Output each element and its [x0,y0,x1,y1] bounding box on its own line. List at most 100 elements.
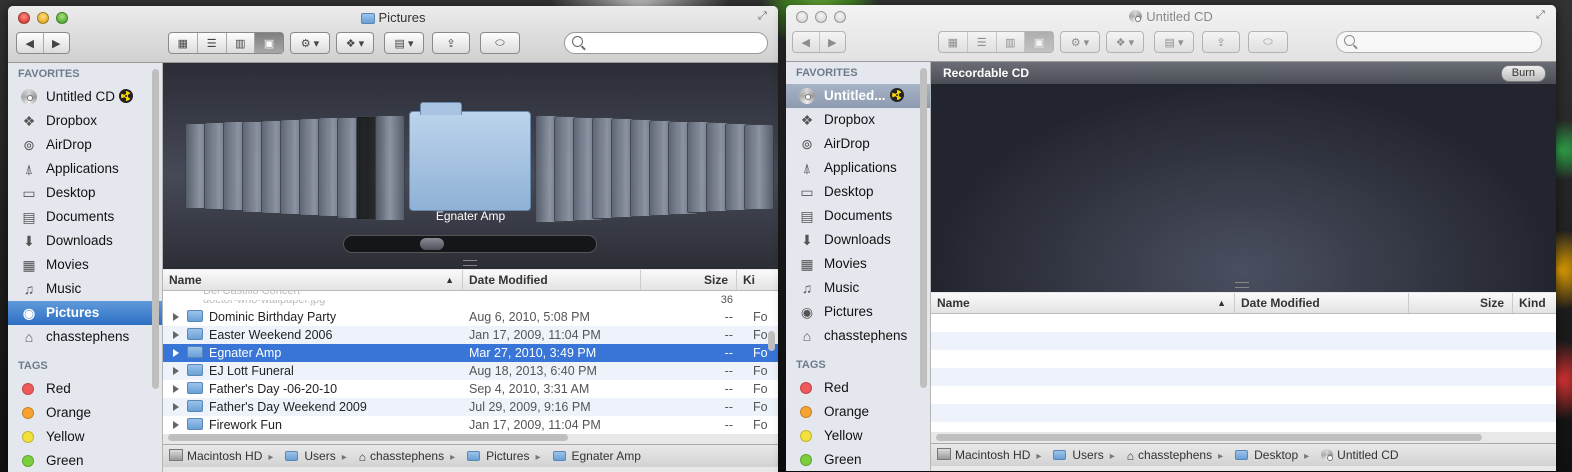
dropbox-menu-button[interactable]: ❖ ▾ [336,32,374,54]
title-bar[interactable]: Pictures ⤢ ◀ ▶ ▦ ☰ ▥ ▣ ⚙ ▾ ❖ ▾ ▤ ▾ ⇪ ⬭ [8,6,778,63]
dropbox-menu-button[interactable]: ❖ ▾ [1106,31,1144,53]
sidebar-item-dropbox[interactable]: ❖ Dropbox [8,109,162,133]
share-button[interactable]: ⇪ [432,32,470,54]
path-item[interactable]: ⌂ chasstephens [359,445,444,467]
kind-column-header[interactable]: Kind [1513,293,1556,313]
date-column-header[interactable]: Date Modified [463,270,641,290]
arrange-menu-button[interactable]: ▤ ▾ [1154,31,1194,53]
sidebar-scrollbar[interactable] [920,68,927,388]
sidebar-item-untitled[interactable]: Untitled... [786,84,930,108]
list-horizontal-scrollbar[interactable] [936,434,1482,441]
path-item[interactable]: Users [1053,444,1104,466]
action-menu-button[interactable]: ⚙ ▾ [1060,31,1100,53]
size-column-header[interactable]: Size [1409,293,1513,313]
search-field[interactable] [564,32,768,54]
path-item[interactable]: Macintosh HD [937,444,1030,466]
disclosure-triangle-icon[interactable] [173,331,179,339]
name-column-header[interactable]: Name ▲ [931,293,1235,313]
search-field[interactable] [1336,31,1542,53]
back-button[interactable]: ◀ [17,33,43,53]
sidebar-item-pictures[interactable]: ◉ Pictures [8,301,162,325]
disclosure-triangle-icon[interactable] [173,313,179,321]
path-item[interactable]: ⌂ chasstephens [1127,444,1212,466]
path-item[interactable]: Macintosh HD [169,445,262,467]
path-item[interactable]: Untitled CD [1321,444,1399,466]
name-column-header[interactable]: Name ▲ [163,270,463,290]
fullscreen-icon[interactable]: ⤢ [758,10,770,22]
tags-button[interactable]: ⬭ [1248,31,1288,53]
icon-view-button[interactable]: ▦ [169,33,197,53]
coverflow-slider[interactable] [343,235,597,253]
sidebar-item-chasstephens[interactable]: ⌂ chasstephens [786,324,930,348]
sidebar-item-documents[interactable]: ▤ Documents [786,204,930,228]
icon-view-button[interactable]: ▦ [939,32,967,52]
kind-column-header[interactable]: Ki [737,270,778,290]
sidebar-item-music[interactable]: ♫ Music [786,276,930,300]
title-bar[interactable]: Untitled CD ⤢ ◀ ▶ ▦ ☰ ▥ ▣ ⚙ ▾ ❖ ▾ ▤ ▾ ⇪ … [786,5,1556,62]
sidebar-scrollbar[interactable] [152,69,159,389]
fullscreen-icon[interactable]: ⤢ [1536,9,1548,21]
disclosure-triangle-icon[interactable] [173,421,179,429]
sidebar-tag-green[interactable]: Green [8,449,162,472]
folder-thumbnail[interactable] [744,123,774,210]
sidebar-tag-green[interactable]: Green [786,448,930,471]
table-row[interactable]: EJ Lott Funeral Aug 18, 2013, 6:40 PM -- Fo [163,362,778,380]
sidebar-item-pictures[interactable]: ◉ Pictures [786,300,930,324]
sidebar-item-chasstephens[interactable]: ⌂ chasstephens [8,325,162,349]
resize-grip[interactable] [463,260,477,266]
coverflow-preview[interactable] [931,84,1556,292]
sidebar-item-airdrop[interactable]: ⊚ AirDrop [8,133,162,157]
forward-button[interactable]: ▶ [42,33,70,53]
table-row[interactable]: Father's Day -06-20-10 Sep 4, 2010, 3:31 … [163,380,778,398]
sidebar-item-airdrop[interactable]: ⊚ AirDrop [786,132,930,156]
table-row[interactable]: Father's Day Weekend 2009 Jul 29, 2009, 9… [163,398,778,416]
sidebar-item-documents[interactable]: ▤ Documents [8,205,162,229]
sidebar-tag-red[interactable]: Red [786,376,930,400]
sidebar-item-downloads[interactable]: ⬇ Downloads [786,228,930,252]
coverflow-view-button[interactable]: ▣ [254,33,283,53]
table-row[interactable]: Easter Weekend 2006 Jan 17, 2009, 11:04 P… [163,326,778,344]
coverflow-view-button[interactable]: ▣ [1024,32,1053,52]
finder-window-untitled-cd[interactable]: Untitled CD ⤢ ◀ ▶ ▦ ☰ ▥ ▣ ⚙ ▾ ❖ ▾ ▤ ▾ ⇪ … [786,5,1556,471]
list-vertical-scrollbar[interactable] [768,331,775,351]
sidebar-tag-red[interactable]: Red [8,377,162,401]
finder-window-pictures[interactable]: Pictures ⤢ ◀ ▶ ▦ ☰ ▥ ▣ ⚙ ▾ ❖ ▾ ▤ ▾ ⇪ ⬭ F… [8,6,778,472]
table-row[interactable]: Egnater Amp Mar 27, 2010, 3:49 PM -- Fo [163,344,778,362]
sidebar-tag-yellow[interactable]: Yellow [8,425,162,449]
table-row[interactable]: Firework Fun Jan 17, 2009, 11:04 PM -- Fo [163,416,778,434]
sidebar-item-desktop[interactable]: ▭ Desktop [786,180,930,204]
path-item[interactable]: Desktop [1235,444,1298,466]
sidebar-item-applications[interactable]: ⍋ Applications [8,157,162,181]
selected-folder-icon[interactable] [409,102,531,211]
sidebar-item-applications[interactable]: ⍋ Applications [786,156,930,180]
path-item[interactable]: Users [285,445,336,467]
sidebar-item-dropbox[interactable]: ❖ Dropbox [786,108,930,132]
coverflow-slider-knob[interactable] [420,238,444,250]
disclosure-triangle-icon[interactable] [173,403,179,411]
column-view-button[interactable]: ▥ [995,32,1025,52]
disclosure-triangle-icon[interactable] [173,349,179,357]
path-item[interactable]: Pictures [467,445,529,467]
sidebar-tag-yellow[interactable]: Yellow [786,424,930,448]
sidebar-item-downloads[interactable]: ⬇ Downloads [8,229,162,253]
sidebar-item-untitled-cd[interactable]: Untitled CD [8,85,162,109]
coverflow-preview[interactable]: Egnater Amp [163,63,778,269]
share-button[interactable]: ⇪ [1202,31,1240,53]
disclosure-triangle-icon[interactable] [173,385,179,393]
column-view-button[interactable]: ▥ [225,33,255,53]
arrange-menu-button[interactable]: ▤ ▾ [384,32,424,54]
size-column-header[interactable]: Size [641,270,737,290]
sidebar-item-music[interactable]: ♫ Music [8,277,162,301]
sidebar-tag-orange[interactable]: Orange [786,400,930,424]
sidebar-tag-orange[interactable]: Orange [8,401,162,425]
sidebar-item-movies[interactable]: ▦ Movies [786,252,930,276]
list-view-button[interactable]: ☰ [196,33,226,53]
back-button[interactable]: ◀ [793,32,819,52]
sidebar-item-movies[interactable]: ▦ Movies [8,253,162,277]
disclosure-triangle-icon[interactable] [173,367,179,375]
action-menu-button[interactable]: ⚙ ▾ [290,32,330,54]
list-horizontal-scrollbar[interactable] [168,434,568,441]
resize-grip[interactable] [1235,282,1249,288]
burn-button[interactable]: Burn [1500,65,1546,82]
path-item[interactable]: Egnater Amp [552,445,641,467]
